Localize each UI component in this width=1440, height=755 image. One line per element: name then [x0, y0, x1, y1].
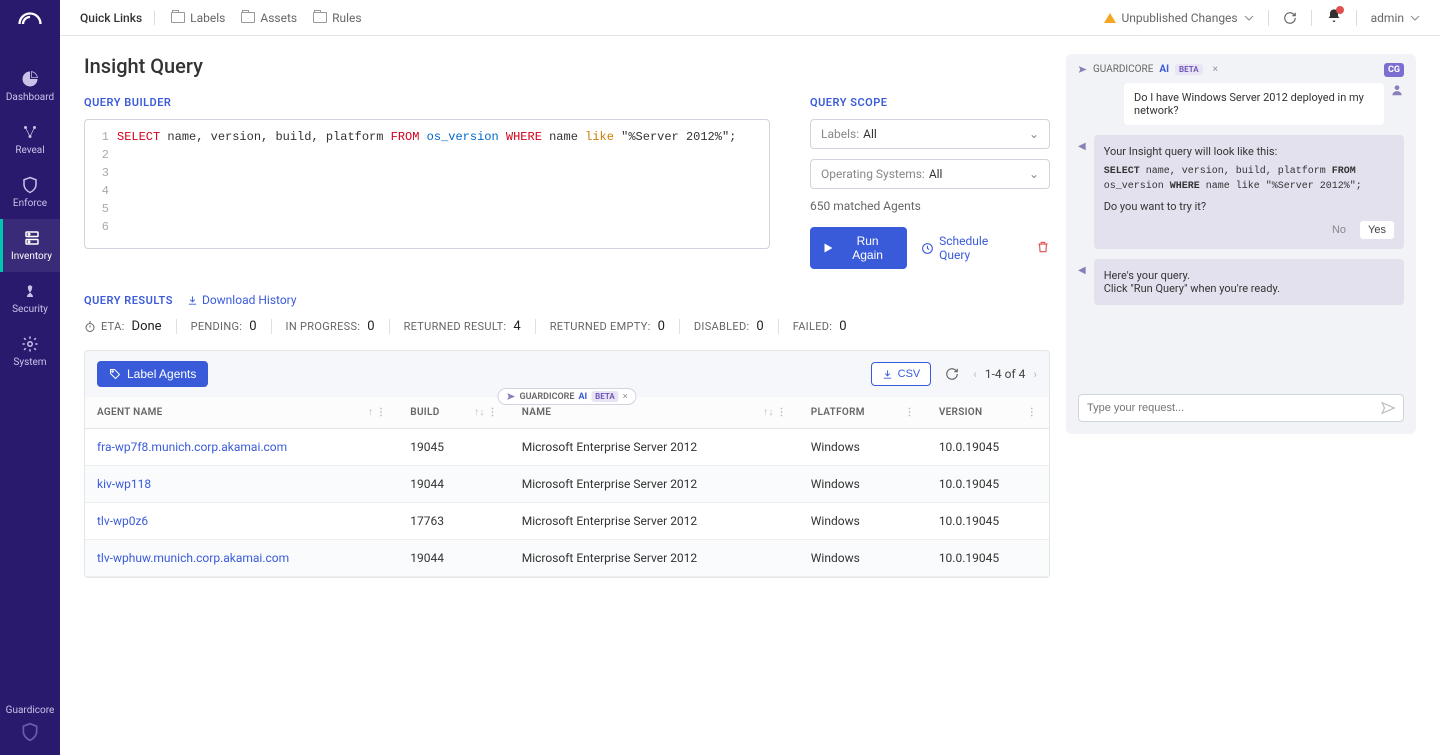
- user-menu[interactable]: admin: [1371, 11, 1420, 25]
- notifications-icon[interactable]: [1326, 8, 1342, 27]
- schedule-query-link[interactable]: Schedule Query: [921, 234, 1022, 262]
- ai-pill[interactable]: GUARDICOREAI BETA ×: [497, 388, 636, 405]
- os-select[interactable]: Operating Systems: All ⌄: [810, 159, 1050, 189]
- top-link-rules[interactable]: Rules: [313, 11, 361, 25]
- folder-icon: [241, 12, 255, 23]
- table-toolbar: Label Agents CSV ‹ 1-4 of 4 ›: [84, 350, 1050, 397]
- ai-message: Here's your query. Click "Run Query" whe…: [1094, 259, 1404, 305]
- pager: ‹ 1-4 of 4 ›: [973, 367, 1037, 381]
- close-icon[interactable]: ×: [1213, 64, 1218, 75]
- download-history-link[interactable]: Download History: [187, 293, 297, 307]
- user-icon: [1390, 83, 1404, 97]
- agent-link[interactable]: tlv-wphuw.munich.corp.akamai.com: [85, 540, 398, 577]
- nav-label: Enforce: [13, 198, 47, 209]
- sidebar: Dashboard Reveal Enforce Inventory Secur…: [0, 0, 60, 755]
- nav-inventory[interactable]: Inventory: [0, 219, 60, 272]
- run-again-button[interactable]: Run Again: [810, 227, 907, 269]
- table-row: tlv-wp0z617763Microsoft Enterprise Serve…: [85, 503, 1049, 540]
- nav-system[interactable]: System: [0, 325, 60, 378]
- stats-bar: ETA:Done PENDING:0 IN PROGRESS:0 RETURNE…: [84, 319, 1050, 334]
- ai-message: Your Insight query will look like this: …: [1094, 135, 1404, 249]
- pager-next[interactable]: ›: [1033, 367, 1037, 381]
- send-icon[interactable]: [1381, 401, 1395, 415]
- query-editor[interactable]: 1SELECT name, version, build, platform F…: [84, 119, 770, 249]
- agent-link[interactable]: kiv-wp118: [85, 466, 398, 503]
- labels-select[interactable]: Labels: All ⌄: [810, 119, 1050, 149]
- column-header[interactable]: AGENT NAME↑ ⋮: [85, 397, 398, 429]
- column-header[interactable]: VERSION⋮: [927, 397, 1049, 429]
- brand-logo: [14, 8, 46, 40]
- topbar: Quick Links Labels Assets Rules Unpublis…: [60, 0, 1440, 36]
- user-message: Do I have Windows Server 2012 deployed i…: [1124, 83, 1384, 125]
- table-row: fra-wp7f8.munich.corp.akamai.com19045Mic…: [85, 429, 1049, 466]
- label-agents-button[interactable]: Label Agents: [97, 361, 208, 387]
- matched-agents: 650 matched Agents: [810, 199, 1050, 213]
- ai-caret-icon: ◀: [1078, 265, 1086, 276]
- query-scope-label: QUERY SCOPE: [810, 96, 1050, 109]
- cg-badge: CG: [1384, 63, 1404, 77]
- nav-label: Inventory: [11, 251, 52, 262]
- quick-links-label: Quick Links: [80, 11, 155, 25]
- nav-label: Security: [12, 304, 48, 315]
- query-results-label: QUERY RESULTS: [84, 294, 173, 307]
- agent-link[interactable]: fra-wp7f8.munich.corp.akamai.com: [85, 429, 398, 466]
- unpublished-changes[interactable]: Unpublished Changes: [1104, 11, 1254, 25]
- ai-panel: GUARDICOREAI BETA × CG Do I have Windows…: [1066, 54, 1416, 434]
- refresh-icon[interactable]: [1283, 11, 1297, 25]
- folder-icon: [171, 12, 185, 23]
- nav-dashboard[interactable]: Dashboard: [0, 60, 60, 113]
- nav-label: Dashboard: [6, 92, 54, 103]
- nav-label: Reveal: [15, 145, 44, 156]
- warning-icon: [1104, 13, 1116, 23]
- close-icon[interactable]: ×: [623, 392, 628, 402]
- export-csv-button[interactable]: CSV: [871, 362, 932, 386]
- table-row: tlv-wphuw.munich.corp.akamai.com19044Mic…: [85, 540, 1049, 577]
- ai-text-input[interactable]: [1087, 402, 1381, 414]
- send-icon: [506, 392, 515, 401]
- pager-prev[interactable]: ‹: [973, 367, 977, 381]
- send-icon: [1078, 65, 1087, 74]
- column-header[interactable]: BUILD↑↓ ⋮: [398, 397, 509, 429]
- delete-query-button[interactable]: [1036, 240, 1050, 257]
- agent-link[interactable]: tlv-wp0z6: [85, 503, 398, 540]
- query-builder-label: QUERY BUILDER: [84, 96, 770, 109]
- column-header[interactable]: PLATFORM⋮: [799, 397, 927, 429]
- table-row: kiv-wp11819044Microsoft Enterprise Serve…: [85, 466, 1049, 503]
- refresh-icon[interactable]: [945, 367, 959, 381]
- page-title: Insight Query: [84, 54, 1050, 78]
- nav-label: System: [13, 357, 46, 368]
- ai-input[interactable]: [1078, 394, 1404, 422]
- nav-enforce[interactable]: Enforce: [0, 166, 60, 219]
- nav-reveal[interactable]: Reveal: [0, 113, 60, 166]
- results-table: AGENT NAME↑ ⋮BUILD↑↓ ⋮NAME↑↓ ⋮PLATFORM⋮V…: [85, 397, 1049, 577]
- ai-no-button[interactable]: No: [1324, 221, 1354, 239]
- ai-yes-button[interactable]: Yes: [1360, 221, 1394, 239]
- folder-icon: [313, 12, 327, 23]
- top-link-assets[interactable]: Assets: [241, 11, 297, 25]
- top-link-labels[interactable]: Labels: [171, 11, 225, 25]
- chevron-down-icon: [1410, 13, 1420, 23]
- chevron-down-icon: [1244, 13, 1254, 23]
- nav-security[interactable]: Security: [0, 272, 60, 325]
- ai-caret-icon: ◀: [1078, 141, 1086, 152]
- sidebar-brand: Guardicore: [6, 705, 55, 745]
- stopwatch-icon: [84, 321, 96, 333]
